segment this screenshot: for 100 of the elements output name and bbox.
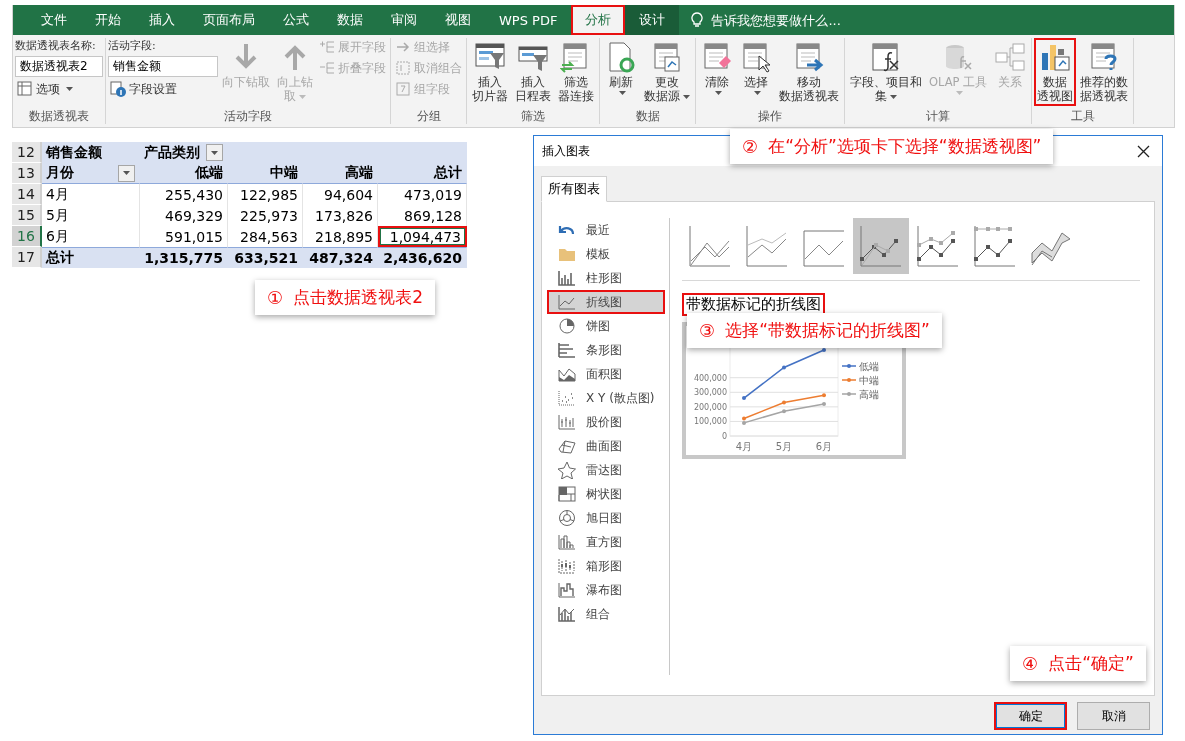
dialog-tab[interactable]: 所有图表 xyxy=(541,176,607,202)
chart-type-item[interactable]: X Y (散点图) xyxy=(547,386,665,410)
line-marker-chart-icon xyxy=(858,223,904,269)
field-label: 数据透视表名称: xyxy=(15,38,97,53)
ribbon-button[interactable]: 刷新 xyxy=(602,38,640,98)
ribbon-button[interactable]: 清除 xyxy=(698,38,736,98)
table-cell: 487,324 xyxy=(303,247,378,268)
step-number: ④ xyxy=(1022,653,1039,674)
callout-text: 在“分析”选项卡下选择“数据透视图” xyxy=(768,135,1042,158)
surface-chart-icon xyxy=(557,437,577,455)
callout-text: 选择“带数据标记的折线图” xyxy=(725,319,930,342)
ribbon-tab[interactable]: 公式 xyxy=(269,5,323,35)
ribbon-tab[interactable]: 审阅 xyxy=(377,5,431,35)
chart-type-item[interactable]: 雷达图 xyxy=(547,458,665,482)
chart-type-item[interactable]: 柱形图 xyxy=(547,266,665,290)
ribbon-button[interactable]: 字段设置 xyxy=(108,80,218,98)
ribbon-button[interactable]: 字段、项目和 集 xyxy=(847,38,925,106)
table-cell: 1,315,775 xyxy=(140,247,228,268)
table-cell: 中端 xyxy=(228,163,303,184)
chart-type-item[interactable]: 最近 xyxy=(547,218,665,242)
axis-tick-label: 0 xyxy=(721,432,727,441)
histogram-icon xyxy=(557,533,577,551)
ribbon-button[interactable]: 插入 切片器 xyxy=(469,38,511,106)
chart-subtype-option[interactable] xyxy=(853,218,909,274)
data-point xyxy=(782,400,786,405)
axis-tick-label: 300,000 xyxy=(693,388,727,398)
ribbon-button[interactable]: 移动 数据透视表 xyxy=(776,38,842,106)
caret-icon xyxy=(683,94,690,99)
data-point xyxy=(782,409,786,414)
ribbon-button[interactable]: 选项 xyxy=(15,80,103,98)
cell-text: 月份 xyxy=(46,164,74,182)
group-label: 工具 xyxy=(1069,108,1096,124)
line-chart-icon xyxy=(557,293,577,311)
chart-type-item[interactable]: 直方图 xyxy=(547,530,665,554)
stock-chart-icon xyxy=(557,413,577,431)
chart-type-item[interactable]: 瀑布图 xyxy=(547,578,665,602)
ribbon-tab[interactable]: 分析 xyxy=(571,5,626,35)
table-cell: 1,094,473 xyxy=(378,226,467,247)
ribbon-tab[interactable]: WPS PDF xyxy=(485,5,572,35)
ribbon-tab[interactable]: 开始 xyxy=(81,5,135,35)
chart-type-item[interactable]: 组合 xyxy=(547,602,665,626)
chart-type-item[interactable]: 模板 xyxy=(547,242,665,266)
ribbon-button[interactable]: 数据 透视图 xyxy=(1034,38,1077,106)
row-number: 15 xyxy=(12,205,42,226)
group-label: 数据 xyxy=(634,108,661,124)
group-label: 计算 xyxy=(925,108,952,124)
filter-button[interactable] xyxy=(206,144,223,161)
caret-icon xyxy=(754,91,761,95)
chart-type-item[interactable]: 条形图 xyxy=(547,338,665,362)
data-point xyxy=(822,401,826,406)
row-number: 16 xyxy=(12,226,42,247)
ribbon-tab[interactable]: 页面布局 xyxy=(189,5,269,35)
waterfall-chart-icon xyxy=(557,581,577,599)
chart-type-item[interactable]: 折线图 xyxy=(547,290,665,314)
combo-chart-icon xyxy=(557,605,577,623)
tell-me-field[interactable]: 告诉我您想要做什么... xyxy=(709,11,930,29)
ribbon-button[interactable]: 插入 日程表 xyxy=(512,38,554,106)
box-plot-icon xyxy=(557,557,577,575)
axis-tick-label: 6月 xyxy=(815,441,833,452)
treemap-icon xyxy=(557,485,577,503)
chart-type-item[interactable]: 箱形图 xyxy=(547,554,665,578)
ribbon-button[interactable]: 更改 数据源 xyxy=(641,38,693,106)
caret-icon xyxy=(66,87,73,91)
group-label: 数据透视表 xyxy=(28,108,90,124)
expand-icon xyxy=(319,39,335,55)
chart-type-item[interactable]: 树状图 xyxy=(547,482,665,506)
table-cell: 633,521 xyxy=(228,247,303,268)
ribbon-tab[interactable]: 数据 xyxy=(323,5,377,35)
cursor-icon xyxy=(740,41,772,73)
chart-type-item[interactable]: 旭日图 xyxy=(547,506,665,530)
ribbon-tab[interactable]: 文件 xyxy=(27,5,81,35)
group-field-icon xyxy=(395,81,411,97)
line-marker-chart-icon xyxy=(972,223,1018,269)
input-field[interactable]: 销售金额 xyxy=(108,56,218,77)
caret-icon xyxy=(715,91,722,95)
ribbon-button[interactable]: 选择 xyxy=(737,38,775,98)
ribbon-tab[interactable]: 插入 xyxy=(135,5,189,35)
ribbon-tab[interactable]: 设计 xyxy=(625,5,680,35)
line-marker-chart-icon xyxy=(915,223,961,269)
ribbon-tab[interactable]: 视图 xyxy=(431,5,485,35)
chart-type-item[interactable]: 面积图 xyxy=(547,362,665,386)
ribbon-button[interactable]: 筛选 器连接 xyxy=(555,38,597,106)
axis-tick-label: 4月 xyxy=(735,441,753,452)
chart-type-item[interactable]: 股价图 xyxy=(547,410,665,434)
chart-type-item[interactable]: 饼图 xyxy=(547,314,665,338)
table-cell: 低端 xyxy=(140,163,228,184)
field-label: 活动字段: xyxy=(108,38,157,53)
dialog-button[interactable]: 确定 xyxy=(994,702,1067,730)
input-field[interactable]: 数据透视表2 xyxy=(15,56,103,77)
line-chart-icon xyxy=(744,223,790,269)
chart-type-item[interactable]: 曲面图 xyxy=(547,434,665,458)
sunburst-icon xyxy=(557,509,577,527)
dialog-button[interactable]: 取消 xyxy=(1077,702,1150,730)
group-label: 筛选 xyxy=(520,108,546,124)
legend-item: 中端 xyxy=(841,375,879,386)
legend-item: 高端 xyxy=(841,389,879,400)
ribbon-button[interactable]: 推荐的数 据透视表 xyxy=(1077,38,1132,106)
filter-button[interactable] xyxy=(118,164,135,182)
table-cell: 销售金额 xyxy=(42,142,140,163)
axis-tick-label: 400,000 xyxy=(693,373,727,383)
